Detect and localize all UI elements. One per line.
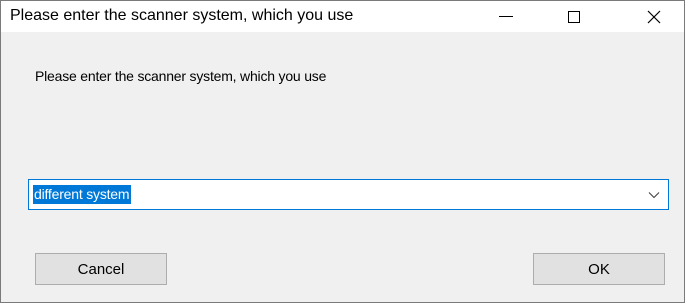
dialog-window: Please enter the scanner system, which y…	[0, 0, 685, 303]
minimize-icon	[499, 16, 513, 17]
maximize-icon	[568, 10, 580, 23]
title-bar[interactable]: Please enter the scanner system, which y…	[1, 1, 684, 32]
dialog-body: Please enter the scanner system, which y…	[1, 32, 684, 302]
close-icon	[647, 10, 661, 23]
minimize-button[interactable]	[483, 1, 529, 32]
ok-button[interactable]: OK	[533, 253, 665, 285]
maximize-button[interactable]	[551, 1, 597, 32]
dropdown-button[interactable]	[644, 180, 664, 209]
window-title: Please enter the scanner system, which y…	[10, 7, 354, 24]
chevron-down-icon	[648, 191, 660, 198]
cancel-button[interactable]: Cancel	[35, 253, 167, 285]
prompt-label: Please enter the scanner system, which y…	[35, 68, 327, 84]
scanner-system-selected-value: different system	[33, 185, 132, 204]
scanner-system-select[interactable]: different system	[28, 179, 669, 210]
close-button[interactable]	[631, 1, 677, 32]
